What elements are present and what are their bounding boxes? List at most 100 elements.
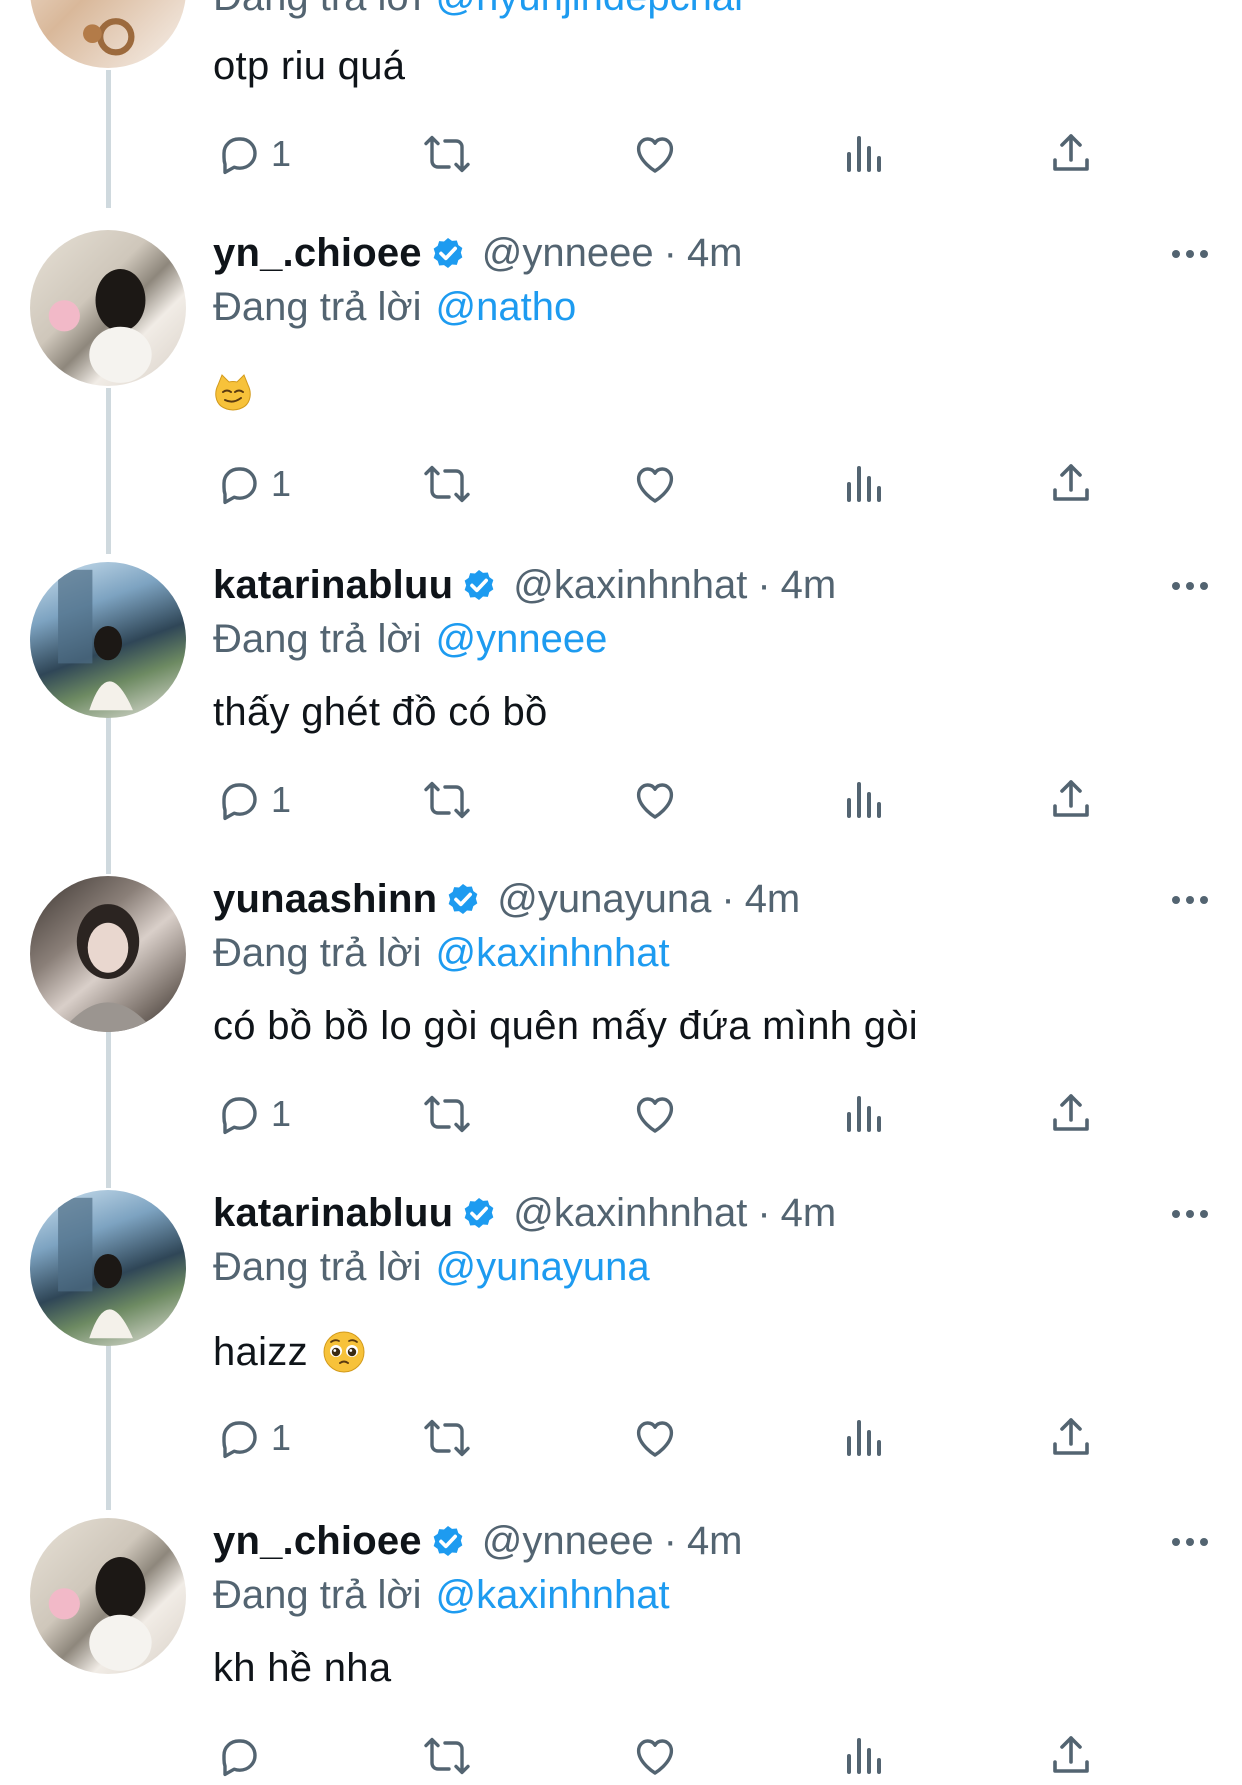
timestamp[interactable]: 4m — [781, 1191, 837, 1236]
user-handle[interactable]: @kaxinhnhat — [513, 1191, 747, 1236]
retweet-button[interactable] — [423, 1086, 471, 1142]
reply-count: 1 — [271, 133, 292, 174]
more-options-icon[interactable] — [1170, 247, 1210, 261]
tweet-header: yunaashinn @yunayuna · 4m — [213, 872, 800, 926]
like-button[interactable] — [631, 772, 679, 828]
share-icon — [1053, 1736, 1089, 1773]
share-icon — [1053, 1094, 1089, 1131]
action-bar: 1 — [0, 126, 1242, 182]
user-handle[interactable]: @yunayuna — [497, 877, 711, 922]
display-name[interactable]: katarinabluu — [213, 563, 453, 608]
reply-button[interactable]: 1 — [215, 126, 291, 182]
like-button[interactable] — [631, 1086, 679, 1142]
more-options-icon[interactable] — [1170, 1535, 1210, 1549]
more-options-icon[interactable] — [1170, 579, 1210, 593]
display-name[interactable]: yunaashinn — [213, 877, 437, 922]
views-button[interactable] — [839, 456, 887, 512]
tweet-header: yn_.chioee @ynneee · 4m — [213, 1514, 743, 1568]
reply-count: 1 — [271, 1417, 292, 1458]
mention-link[interactable]: @ynneee — [436, 617, 608, 662]
tweet[interactable]: Đang trả lời @hyunjindepchai otp riu quá… — [0, 0, 1242, 200]
reply-count: 1 — [271, 779, 292, 820]
tweet[interactable]: katarinabluu @kaxinhnhat · 4m Đang trả l… — [0, 1186, 1242, 1486]
verified-badge-icon — [428, 233, 468, 273]
more-options-icon[interactable] — [1170, 1207, 1210, 1221]
timestamp[interactable]: 4m — [687, 231, 743, 276]
separator-dot: · — [721, 876, 735, 921]
reply-count: 1 — [271, 463, 292, 504]
avatar[interactable] — [30, 876, 186, 1032]
avatar[interactable] — [30, 0, 186, 68]
retweet-button[interactable] — [423, 772, 471, 828]
share-button[interactable] — [1047, 1728, 1095, 1784]
user-handle[interactable]: @ynneee — [482, 231, 654, 276]
retweet-button[interactable] — [423, 1728, 471, 1784]
timestamp[interactable]: 4m — [687, 1519, 743, 1564]
tweet-text: thấy ghét đồ có bồ — [213, 689, 548, 734]
reply-icon — [222, 1097, 257, 1135]
share-button[interactable] — [1047, 772, 1095, 828]
tweet[interactable]: yn_.chioee @ynneee · 4m Đang trả lời @na… — [0, 226, 1242, 526]
like-button[interactable] — [631, 1410, 679, 1466]
timestamp[interactable]: 4m — [781, 563, 837, 608]
mention-link[interactable]: @natho — [436, 285, 577, 330]
display-name[interactable]: yn_.chioee — [213, 1519, 422, 1564]
views-button[interactable] — [839, 1728, 887, 1784]
like-button[interactable] — [631, 126, 679, 182]
replying-to: Đang trả lời @yunayuna — [213, 1244, 650, 1290]
reply-button[interactable] — [215, 1728, 263, 1784]
tweet-text — [213, 368, 253, 418]
separator-dot: · — [757, 562, 771, 607]
share-icon — [1053, 134, 1089, 171]
display-name[interactable]: katarinabluu — [213, 1191, 453, 1236]
verified-badge-icon — [428, 1521, 468, 1561]
views-button[interactable] — [839, 126, 887, 182]
mention-link[interactable]: @kaxinhnhat — [436, 1573, 670, 1618]
reply-button[interactable]: 1 — [215, 1410, 291, 1466]
reply-button[interactable]: 1 — [215, 456, 291, 512]
like-icon — [636, 1097, 674, 1133]
retweet-button[interactable] — [423, 126, 471, 182]
more-options-icon[interactable] — [1170, 893, 1210, 907]
separator-dot: · — [757, 1190, 771, 1235]
avatar[interactable] — [30, 1518, 186, 1674]
retweet-icon — [424, 135, 470, 173]
timestamp[interactable]: 4m — [745, 877, 801, 922]
share-button[interactable] — [1047, 456, 1095, 512]
reply-button[interactable]: 1 — [215, 772, 291, 828]
tweet[interactable]: yunaashinn @yunayuna · 4m Đang trả lời @… — [0, 872, 1242, 1162]
share-button[interactable] — [1047, 1086, 1095, 1142]
smirk-cat-emoji — [213, 373, 253, 413]
like-icon — [636, 137, 674, 173]
tweet[interactable]: yn_.chioee @ynneee · 4m Đang trả lời @ka… — [0, 1514, 1242, 1785]
user-handle[interactable]: @ynneee — [482, 1519, 654, 1564]
views-button[interactable] — [839, 772, 887, 828]
views-button[interactable] — [839, 1410, 887, 1466]
action-bar — [0, 1728, 1242, 1784]
share-button[interactable] — [1047, 1410, 1095, 1466]
like-button[interactable] — [631, 1728, 679, 1784]
retweet-button[interactable] — [423, 1410, 471, 1466]
avatar[interactable] — [30, 230, 186, 386]
like-icon — [636, 783, 674, 819]
views-icon — [847, 136, 881, 172]
verified-badge-icon — [459, 565, 499, 605]
retweet-button[interactable] — [423, 456, 471, 512]
action-bar: 1 — [0, 1086, 1242, 1142]
retweet-icon — [424, 781, 470, 819]
like-button[interactable] — [631, 456, 679, 512]
share-icon — [1053, 1418, 1089, 1455]
mention-link[interactable]: @yunayuna — [436, 1245, 650, 1290]
views-button[interactable] — [839, 1086, 887, 1142]
avatar[interactable] — [30, 1190, 186, 1346]
avatar[interactable] — [30, 562, 186, 718]
mention-link[interactable]: @kaxinhnhat — [436, 931, 670, 976]
tweet[interactable]: katarinabluu @kaxinhnhat · 4m Đang trả l… — [0, 558, 1242, 848]
reply-button[interactable]: 1 — [215, 1086, 291, 1142]
share-button[interactable] — [1047, 126, 1095, 182]
mention-link[interactable]: @hyunjindepchai — [436, 0, 743, 20]
reply-icon — [222, 1739, 257, 1777]
user-handle[interactable]: @kaxinhnhat — [513, 563, 747, 608]
action-bar: 1 — [0, 456, 1242, 512]
display-name[interactable]: yn_.chioee — [213, 231, 422, 276]
